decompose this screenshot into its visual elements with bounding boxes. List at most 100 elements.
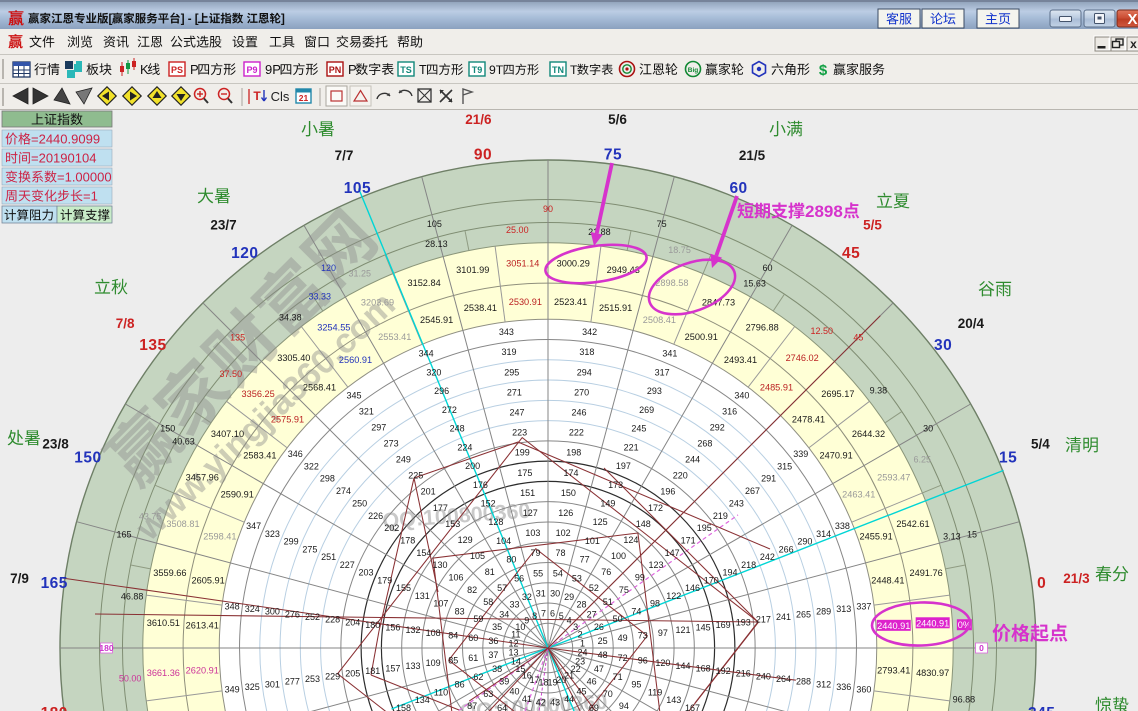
svg-text:3000.29: 3000.29: [557, 258, 590, 268]
svg-text:128: 128: [488, 517, 503, 527]
svg-text:P: P: [348, 62, 357, 77]
svg-text:341: 341: [662, 349, 677, 359]
svg-text:2575.91: 2575.91: [271, 415, 304, 425]
svg-text:168: 168: [696, 663, 711, 673]
svg-text:245: 245: [631, 424, 646, 434]
svg-text:30: 30: [550, 588, 560, 598]
svg-text:76: 76: [601, 567, 611, 577]
svg-text:54: 54: [553, 568, 563, 578]
svg-text:175: 175: [517, 468, 532, 478]
svg-text:33.33: 33.33: [309, 292, 332, 302]
svg-text:3051.14: 3051.14: [506, 258, 539, 268]
svg-text:]: ]: [281, 14, 285, 26]
svg-text:145: 145: [696, 623, 711, 633]
svg-text:6.25: 6.25: [914, 455, 932, 465]
svg-text:151: 151: [520, 488, 535, 498]
svg-text:218: 218: [741, 560, 756, 570]
svg-text:133: 133: [405, 661, 420, 671]
svg-text:106: 106: [449, 572, 464, 582]
svg-text:264: 264: [776, 674, 791, 684]
svg-text:2583.41: 2583.41: [243, 450, 276, 460]
svg-text:62: 62: [473, 672, 483, 682]
svg-text:33: 33: [509, 599, 519, 609]
svg-text:242: 242: [760, 552, 775, 562]
svg-text:15: 15: [999, 449, 1017, 466]
svg-text:X: X: [1127, 11, 1137, 28]
svg-text:3101.99: 3101.99: [456, 265, 489, 275]
svg-text:348: 348: [225, 601, 240, 611]
svg-text:2598.41: 2598.41: [203, 532, 236, 542]
svg-text:25.00: 25.00: [506, 225, 529, 235]
svg-text:9T: 9T: [489, 63, 504, 77]
svg-text:2746.02: 2746.02: [786, 353, 819, 363]
svg-text:318: 318: [579, 347, 594, 357]
svg-text:217: 217: [756, 615, 771, 625]
svg-text:P9: P9: [246, 65, 257, 75]
svg-text:7: 7: [541, 608, 546, 618]
svg-text:42: 42: [536, 698, 546, 708]
svg-text:289: 289: [816, 607, 831, 617]
svg-text:2523.41: 2523.41: [554, 297, 587, 307]
svg-text:2695.17: 2695.17: [821, 389, 854, 399]
svg-text:3203.69: 3203.69: [361, 297, 394, 307]
svg-text:23/8: 23/8: [42, 437, 69, 452]
svg-text:70: 70: [603, 689, 613, 699]
svg-text:315: 315: [777, 461, 792, 471]
svg-text:157: 157: [385, 663, 400, 673]
svg-text:154: 154: [416, 548, 431, 558]
svg-text:Cls: Cls: [271, 89, 290, 104]
svg-text:59: 59: [473, 614, 483, 624]
svg-text:12.50: 12.50: [811, 326, 834, 336]
svg-text:20/4: 20/4: [958, 316, 985, 331]
svg-text:299: 299: [284, 537, 299, 547]
svg-text:273: 273: [384, 438, 399, 448]
svg-text:46: 46: [587, 677, 597, 687]
svg-text:2898: 2898: [805, 202, 843, 221]
svg-text:2463.41: 2463.41: [842, 490, 875, 500]
svg-text:3152.84: 3152.84: [407, 278, 440, 288]
svg-text:220: 220: [673, 471, 688, 481]
svg-text:3305.40: 3305.40: [277, 353, 310, 363]
svg-text:84: 84: [448, 631, 458, 641]
svg-text:Big: Big: [688, 67, 699, 74]
svg-text:179: 179: [377, 575, 392, 585]
svg-text:251: 251: [321, 552, 336, 562]
svg-text:=2440.9099: =2440.9099: [31, 132, 100, 147]
svg-text:96: 96: [638, 655, 648, 665]
svg-text:2500.91: 2500.91: [685, 332, 718, 342]
svg-text:2605.91: 2605.91: [192, 575, 225, 585]
svg-text:314: 314: [816, 529, 831, 539]
svg-text:3457.96: 3457.96: [186, 472, 219, 482]
svg-text:196: 196: [660, 487, 675, 497]
svg-text:181: 181: [365, 666, 380, 676]
svg-text:45: 45: [577, 687, 587, 697]
svg-text:7/9: 7/9: [10, 571, 29, 586]
svg-text:123: 123: [648, 560, 663, 570]
svg-text:323: 323: [265, 529, 280, 539]
svg-text:198: 198: [566, 448, 581, 458]
svg-text:346: 346: [288, 449, 303, 459]
svg-text:248: 248: [450, 424, 465, 434]
svg-text:] - [: ] - [: [181, 14, 199, 26]
svg-text:32: 32: [522, 592, 532, 602]
svg-text:5/5: 5/5: [863, 218, 882, 233]
svg-text:170: 170: [704, 575, 719, 585]
svg-text:148: 148: [636, 519, 651, 529]
svg-text:45: 45: [842, 245, 860, 262]
svg-text:46.88: 46.88: [121, 592, 144, 602]
svg-text:3559.66: 3559.66: [153, 568, 186, 578]
svg-text:53: 53: [572, 573, 582, 583]
svg-text:2590.91: 2590.91: [221, 490, 254, 500]
svg-text:2470.91: 2470.91: [819, 450, 852, 460]
svg-text:15: 15: [967, 529, 977, 539]
svg-text:23: 23: [575, 656, 585, 666]
svg-text:2620.91: 2620.91: [186, 666, 219, 676]
svg-text:34: 34: [499, 609, 509, 619]
svg-text:324: 324: [245, 604, 260, 614]
svg-text:31.25: 31.25: [348, 269, 371, 279]
svg-text:86: 86: [455, 680, 465, 690]
svg-text:21/6: 21/6: [465, 112, 492, 127]
svg-text:71: 71: [613, 672, 623, 682]
svg-text:243: 243: [729, 498, 744, 508]
svg-text:216: 216: [736, 669, 751, 679]
